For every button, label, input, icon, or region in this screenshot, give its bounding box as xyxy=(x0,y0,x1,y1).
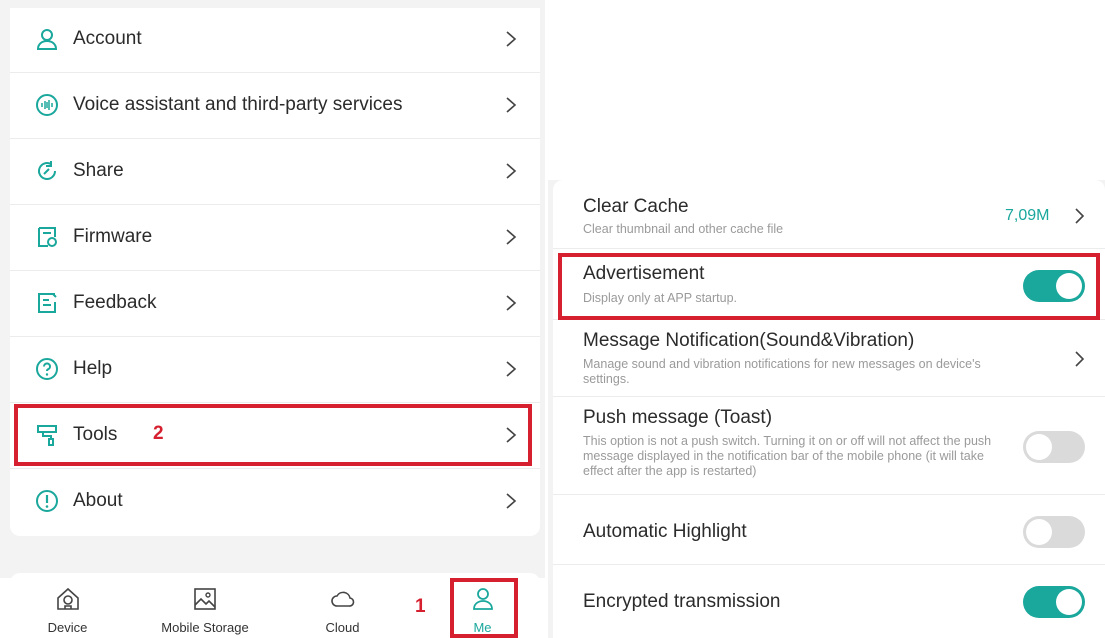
menu-item-voice-assistant[interactable]: Voice assistant and third-party services xyxy=(10,74,540,139)
setting-description: Display only at APP startup. xyxy=(583,291,738,305)
menu-item-label: Feedback xyxy=(73,292,157,313)
help-icon xyxy=(36,358,58,380)
menu-item-tools[interactable]: Tools 2 xyxy=(10,404,540,469)
chevron-right-icon xyxy=(506,361,517,377)
chevron-right-icon xyxy=(506,163,517,179)
feedback-icon xyxy=(38,293,57,313)
menu-item-help[interactable]: Help xyxy=(10,338,540,403)
setting-title: Message Notification(Sound&Vibration) xyxy=(583,330,915,351)
setting-title: Advertisement xyxy=(583,263,705,284)
menu-item-share[interactable]: Share xyxy=(10,140,540,205)
setting-description: Clear thumbnail and other cache file xyxy=(583,222,784,236)
share-icon xyxy=(38,161,57,180)
menu-item-label: Firmware xyxy=(73,226,153,247)
menu-item-label: Help xyxy=(73,358,113,379)
menu-item-label: Account xyxy=(73,28,142,49)
setting-push-message: Push message (Toast) This option is not … xyxy=(553,397,1105,495)
menu-item-about[interactable]: About xyxy=(10,470,540,535)
menu-card: Account Voice assistant and third-party … xyxy=(10,8,540,536)
setting-title: Push message (Toast) xyxy=(583,407,773,428)
device-icon xyxy=(56,587,79,610)
tab-label: Device xyxy=(47,620,88,635)
tools-icon xyxy=(37,425,57,446)
tab-me[interactable]: Me xyxy=(450,578,515,638)
setting-clear-cache[interactable]: Clear Cache Clear thumbnail and other ca… xyxy=(553,180,1105,249)
advertisement-toggle[interactable] xyxy=(1023,270,1085,302)
menu-item-label: Share xyxy=(73,160,124,181)
cloud-icon xyxy=(330,591,354,607)
menu-item-label: Voice assistant and third-party services xyxy=(73,94,403,115)
setting-title: Automatic Highlight xyxy=(583,521,747,542)
about-icon xyxy=(36,490,58,512)
chevron-right-icon xyxy=(506,97,517,113)
tab-mobile-storage[interactable]: Mobile Storage xyxy=(140,578,270,638)
chevron-right-icon xyxy=(506,229,517,245)
step-number-2: 2 xyxy=(153,423,164,444)
menu-item-label: Tools xyxy=(73,424,118,445)
menu-item-label: About xyxy=(73,490,123,511)
tools-screen: Clear Cache Clear thumbnail and other ca… xyxy=(548,0,1105,638)
setting-title: Encrypted transmission xyxy=(583,591,781,612)
voice-icon xyxy=(36,94,58,116)
encrypted-transmission-toggle[interactable] xyxy=(1023,586,1085,618)
chevron-right-icon xyxy=(506,31,517,47)
menu-item-feedback[interactable]: Feedback xyxy=(10,272,540,337)
setting-title: Clear Cache xyxy=(583,196,689,217)
settings-card: Clear Cache Clear thumbnail and other ca… xyxy=(553,180,1105,638)
tab-device[interactable]: Device xyxy=(20,578,115,638)
chevron-right-icon xyxy=(1075,351,1085,367)
setting-encrypted-transmission: Encrypted transmission xyxy=(553,565,1105,638)
cache-size: 7,09M xyxy=(1005,207,1050,224)
menu-item-account[interactable]: Account xyxy=(10,8,540,73)
bottom-tab-bar: Device Mobile Storage Cloud 1 Me xyxy=(0,578,545,638)
push-message-toggle[interactable] xyxy=(1023,431,1085,463)
chevron-right-icon xyxy=(506,295,517,311)
chevron-right-icon xyxy=(506,427,517,443)
person-icon xyxy=(36,29,58,50)
menu-item-firmware[interactable]: Firmware xyxy=(10,206,540,271)
firmware-icon xyxy=(38,227,57,247)
setting-description: This option is not a push switch. Turnin… xyxy=(583,434,992,478)
setting-advertisement: Advertisement Display only at APP startu… xyxy=(553,249,1105,320)
tab-cloud[interactable]: Cloud xyxy=(300,578,385,638)
chevron-right-icon xyxy=(506,493,517,509)
setting-message-notification[interactable]: Message Notification(Sound&Vibration) Ma… xyxy=(553,320,1105,397)
chevron-right-icon xyxy=(1075,208,1085,224)
image-icon xyxy=(194,588,216,610)
person-icon xyxy=(472,588,493,610)
tab-label: Mobile Storage xyxy=(161,620,249,635)
me-screen: Account Voice assistant and third-party … xyxy=(0,0,545,638)
setting-automatic-highlight: Automatic Highlight xyxy=(553,495,1105,565)
tab-label: Me xyxy=(473,620,492,635)
tab-label: Cloud xyxy=(325,620,360,635)
step-number-1: 1 xyxy=(415,596,426,617)
setting-description: Manage sound and vibration notifications… xyxy=(583,357,981,386)
automatic-highlight-toggle[interactable] xyxy=(1023,516,1085,548)
